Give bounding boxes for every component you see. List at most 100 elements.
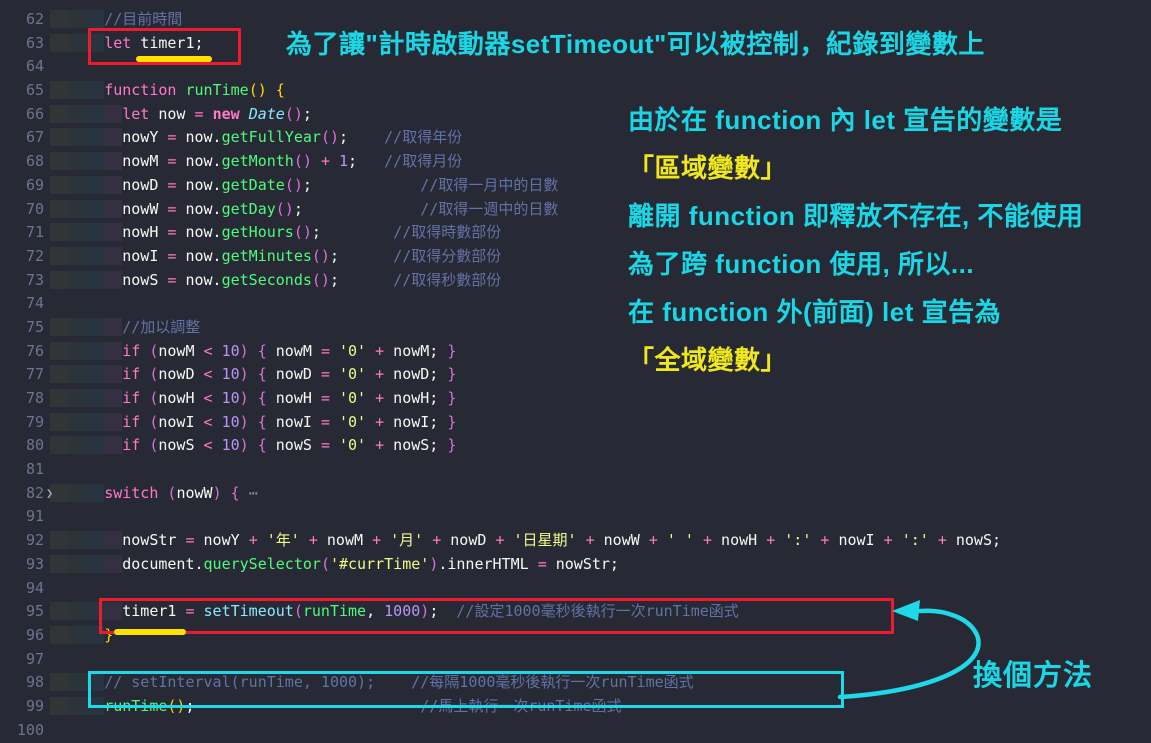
- line-number[interactable]: 74: [0, 292, 44, 316]
- line-number[interactable]: 95: [0, 600, 44, 624]
- code-token: =: [321, 365, 330, 383]
- indent-guide: [68, 365, 86, 383]
- line-number[interactable]: 94: [0, 577, 44, 601]
- indent-guide: [50, 531, 68, 549]
- code-token: //取得月份: [384, 152, 462, 170]
- code-token: <: [204, 413, 213, 431]
- line-number[interactable]: 65: [0, 79, 44, 103]
- code-line[interactable]: 68 nowM = now.getMonth() + 1; //取得月份: [0, 150, 1151, 174]
- code-line[interactable]: 93 document.querySelector('#currTime').i…: [0, 553, 1151, 577]
- line-number[interactable]: 77: [0, 363, 44, 387]
- line-number[interactable]: 64: [0, 55, 44, 79]
- code-token: +: [432, 531, 441, 549]
- line-number[interactable]: 71: [0, 221, 44, 245]
- indent-guide: [86, 105, 104, 123]
- line-number[interactable]: 100: [0, 719, 44, 743]
- code-line[interactable]: 69 nowD = now.getDate(); //取得一月中的日數: [0, 174, 1151, 198]
- code-line[interactable]: 75 //加以調整: [0, 316, 1151, 340]
- code-line[interactable]: 82❯ switch (nowW) { ⋯: [0, 482, 1151, 506]
- code-line[interactable]: 97: [0, 648, 1151, 672]
- code-line[interactable]: 80 if (nowS < 10) { nowS = '0' + nowS; }: [0, 434, 1151, 458]
- code-token: getMonth: [222, 152, 294, 170]
- code-line[interactable]: 78 if (nowH < 10) { nowH = '0' + nowH; }: [0, 387, 1151, 411]
- line-number[interactable]: 68: [0, 150, 44, 174]
- indent-guide: [68, 128, 86, 146]
- code-token: (): [249, 81, 267, 99]
- code-editor[interactable]: 62 //目前時間63 let timer1;6465 function run…: [0, 0, 1151, 743]
- code-line[interactable]: 100: [0, 719, 1151, 743]
- code-token: nowH: [267, 389, 321, 407]
- indent-guide: [68, 389, 86, 407]
- code-line[interactable]: 96 }: [0, 624, 1151, 648]
- code-line[interactable]: 94: [0, 577, 1151, 601]
- line-number[interactable]: 73: [0, 269, 44, 293]
- code-line[interactable]: 64: [0, 55, 1151, 79]
- code-line[interactable]: 92 nowStr = nowY + '年' + nowM + '月' + no…: [0, 529, 1151, 553]
- code-line[interactable]: 67 nowY = now.getFullYear(); //取得年份: [0, 126, 1151, 150]
- code-line[interactable]: 99 runTime(); //馬上執行一次runTime函式: [0, 695, 1151, 719]
- line-number[interactable]: 70: [0, 198, 44, 222]
- code-token: ): [429, 555, 438, 573]
- code-line[interactable]: 65 function runTime() {: [0, 79, 1151, 103]
- line-number[interactable]: 92: [0, 529, 44, 553]
- line-number[interactable]: 79: [0, 411, 44, 435]
- indent-guide: [68, 484, 86, 502]
- indent-guide: [86, 81, 104, 99]
- code-line[interactable]: 79 if (nowI < 10) { nowI = '0' + nowI; }: [0, 411, 1151, 435]
- code-line[interactable]: 63 let timer1;: [0, 32, 1151, 56]
- indent-guide: [68, 436, 86, 454]
- line-number[interactable]: 72: [0, 245, 44, 269]
- line-number[interactable]: 99: [0, 695, 44, 719]
- code-line[interactable]: 71 nowH = now.getHours(); //取得時數部份: [0, 221, 1151, 245]
- line-number[interactable]: 81: [0, 458, 44, 482]
- line-number[interactable]: 82: [0, 482, 44, 506]
- code-token: [267, 81, 276, 99]
- line-number[interactable]: 96: [0, 624, 44, 648]
- indent-guide: [50, 436, 68, 454]
- indent-guide: [104, 223, 122, 241]
- indent-guide: [86, 128, 104, 146]
- line-number[interactable]: 62: [0, 8, 44, 32]
- line-number[interactable]: 66: [0, 103, 44, 127]
- code-line[interactable]: 81: [0, 458, 1151, 482]
- line-number[interactable]: 93: [0, 553, 44, 577]
- code-token: nowS: [267, 436, 321, 454]
- code-token: nowD;: [384, 365, 447, 383]
- fold-arrow-icon[interactable]: ❯: [46, 482, 53, 506]
- indent-guide: [68, 318, 86, 336]
- indent-guide: [86, 673, 104, 691]
- code-line[interactable]: 74: [0, 292, 1151, 316]
- code-token: }: [447, 389, 456, 407]
- line-number[interactable]: 97: [0, 648, 44, 672]
- line-number[interactable]: 69: [0, 174, 44, 198]
- code-line[interactable]: 77 if (nowD < 10) { nowD = '0' + nowD; }: [0, 363, 1151, 387]
- code-token: [140, 342, 149, 360]
- line-number[interactable]: 76: [0, 340, 44, 364]
- code-token: +: [938, 531, 947, 549]
- code-line[interactable]: 76 if (nowM < 10) { nowM = '0' + nowM; }: [0, 340, 1151, 364]
- code-line[interactable]: 66 let now = new Date();: [0, 103, 1151, 127]
- code-token: '0': [339, 413, 366, 431]
- line-number[interactable]: 91: [0, 505, 44, 529]
- code-line[interactable]: 70 nowW = now.getDay(); //取得一週中的日數: [0, 198, 1151, 222]
- line-number[interactable]: 67: [0, 126, 44, 150]
- indent-guide: [86, 342, 104, 360]
- line-number[interactable]: 80: [0, 434, 44, 458]
- code-line[interactable]: 95 timer1 = setTimeout(runTime, 1000); /…: [0, 600, 1151, 624]
- code-token: now.: [176, 271, 221, 289]
- code-line[interactable]: 72 nowI = now.getMinutes(); //取得分數部份: [0, 245, 1151, 269]
- indent-guide: [104, 436, 122, 454]
- line-number[interactable]: 98: [0, 671, 44, 695]
- code-token: 10: [222, 436, 240, 454]
- line-number[interactable]: 78: [0, 387, 44, 411]
- code-token: }: [447, 436, 456, 454]
- code-line[interactable]: 98 // setInterval(runTime, 1000); //每隔10…: [0, 671, 1151, 695]
- line-number[interactable]: 63: [0, 32, 44, 56]
- code-line[interactable]: 73 nowS = now.getSeconds(); //取得秒數部份: [0, 269, 1151, 293]
- code-line[interactable]: 91: [0, 505, 1151, 529]
- code-line[interactable]: 62 //目前時間: [0, 8, 1151, 32]
- code-token: nowStr: [122, 531, 185, 549]
- line-number[interactable]: 75: [0, 316, 44, 340]
- code-token: [366, 342, 375, 360]
- code-token: now.: [176, 200, 221, 218]
